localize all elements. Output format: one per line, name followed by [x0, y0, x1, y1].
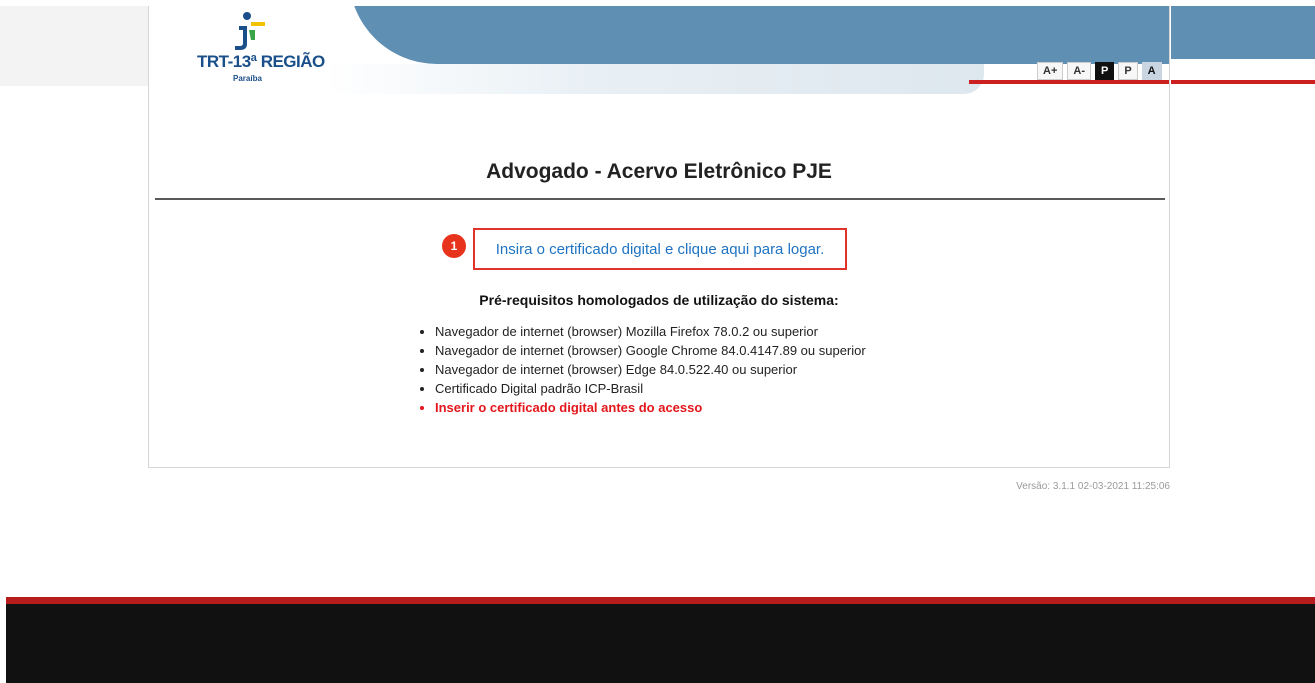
- accessibility-controls: A+ A- P P A: [1037, 62, 1162, 80]
- dark-mode-button[interactable]: P: [1094, 62, 1115, 80]
- prerequisite-item: Navegador de internet (browser) Mozilla …: [435, 322, 905, 341]
- prerequisites-title: Pré-requisitos homologados de utilização…: [479, 292, 839, 308]
- logo-subtitle: Paraíba: [233, 74, 262, 83]
- increase-font-button[interactable]: A+: [1037, 62, 1064, 80]
- contrast-button[interactable]: A: [1141, 62, 1162, 80]
- footer-red-band: [6, 597, 1315, 604]
- header-side-band-left: [0, 6, 148, 86]
- prerequisite-warning: Inserir o certificado digital antes do a…: [435, 398, 905, 417]
- footer: [6, 604, 1315, 683]
- trt-logo-icon: [235, 12, 265, 50]
- header-red-line: [969, 80, 1169, 84]
- light-mode-button[interactable]: P: [1118, 62, 1138, 80]
- version-text: Versão: 3.1.1 02-03-2021 11:25:06: [1016, 481, 1170, 492]
- header-light-band: [324, 64, 984, 94]
- decrease-font-button[interactable]: A-: [1067, 62, 1091, 80]
- page-title: Advogado - Acervo Eletrônico PJE: [486, 160, 832, 183]
- header-red-line-right: [1171, 80, 1315, 84]
- prerequisite-item: Navegador de internet (browser) Google C…: [435, 341, 905, 360]
- prerequisites-list: Navegador de internet (browser) Mozilla …: [419, 322, 905, 417]
- header-side-band-right: [1171, 6, 1315, 59]
- prerequisite-item: Certificado Digital padrão ICP-Brasil: [435, 379, 905, 398]
- trt-logo[interactable]: TRT-13ª REGIÃO Paraíba: [197, 10, 325, 90]
- prerequisite-item: Navegador de internet (browser) Edge 84.…: [435, 360, 905, 379]
- main-frame: TRT-13ª REGIÃO Paraíba A+ A- P P A Advogado …: [148, 6, 1170, 468]
- header-swoosh: [349, 6, 1169, 64]
- title-divider: [155, 198, 1165, 200]
- step-badge: 1: [442, 234, 466, 258]
- login-highlight-box: Insira o certificado digital e clique aq…: [473, 228, 847, 270]
- logo-text: TRT-13ª REGIÃO: [197, 52, 325, 71]
- login-link[interactable]: Insira o certificado digital e clique aq…: [496, 241, 825, 258]
